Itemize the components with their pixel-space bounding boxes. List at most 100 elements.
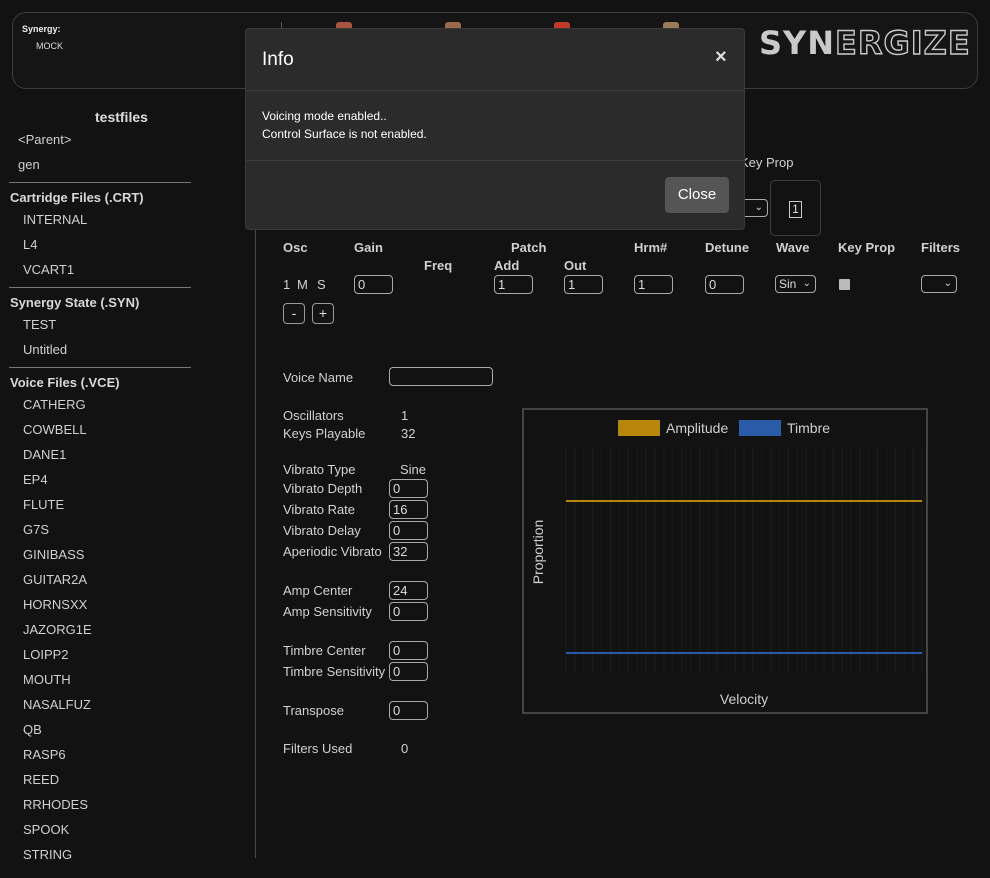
aperiodic-vibrato-label: Aperiodic Vibrato — [283, 544, 382, 559]
legend-label: Timbre — [787, 420, 830, 436]
file-item[interactable]: INTERNAL — [23, 212, 87, 227]
legend-label: Amplitude — [666, 420, 728, 436]
timbre-center-input[interactable]: 0 — [389, 641, 428, 660]
header-hrm: Hrm# — [634, 240, 668, 255]
voice-name-input[interactable] — [389, 367, 493, 386]
file-item[interactable]: SPOOK — [23, 822, 69, 837]
gain-input[interactable]: 0 — [354, 275, 393, 294]
harmonic-input[interactable]: 1 — [634, 275, 673, 294]
file-item[interactable]: EP4 — [23, 472, 48, 487]
transpose-input[interactable]: 0 — [389, 701, 428, 720]
folder-gen[interactable]: gen — [18, 157, 40, 172]
file-item[interactable]: HORNSXX — [23, 597, 87, 612]
wave-value: Sin — [779, 277, 797, 291]
chevron-down-icon: ⌄ — [943, 278, 952, 289]
x-axis-label: Velocity — [720, 691, 768, 707]
aperiodic-vibrato-input[interactable]: 32 — [389, 542, 428, 561]
file-item[interactable]: TEST — [23, 317, 56, 332]
file-item[interactable]: DANE1 — [23, 447, 66, 462]
vibrato-type-value[interactable]: Sine — [400, 462, 426, 477]
y-axis-label: Proportion — [530, 520, 546, 585]
transpose-label: Transpose — [283, 703, 344, 718]
legend-swatch — [618, 420, 660, 436]
file-item[interactable]: LOIPP2 — [23, 647, 69, 662]
file-item[interactable]: L4 — [23, 237, 37, 252]
filters-select[interactable]: ⌄ — [921, 275, 957, 293]
synergize-logo: SYNERGIZE — [759, 23, 971, 62]
timbre-center-label: Timbre Center — [283, 643, 366, 658]
file-item[interactable]: VCART1 — [23, 262, 74, 277]
divider — [9, 367, 191, 368]
amp-sensitivity-label: Amp Sensitivity — [283, 604, 372, 619]
header-patch: Patch — [511, 240, 547, 255]
section-cartridge-files: Cartridge Files (.CRT) — [10, 190, 144, 205]
vibrato-depth-input[interactable]: 0 — [389, 479, 428, 498]
header-add: Add — [494, 258, 520, 273]
voice-name-label: Voice Name — [283, 370, 354, 385]
close-button[interactable]: Close — [665, 177, 729, 213]
section-voice-files: Voice Files (.VCE) — [10, 375, 120, 390]
divider — [9, 287, 191, 288]
section-synergy-state: Synergy State (.SYN) — [10, 295, 140, 310]
vibrato-delay-input[interactable]: 0 — [389, 521, 428, 540]
file-item[interactable]: RRHODES — [23, 797, 88, 812]
vibrato-delay-label: Vibrato Delay — [283, 523, 361, 538]
header-key-prop: Key Prop — [838, 240, 896, 255]
add-osc-button[interactable]: + — [312, 303, 334, 324]
key-prop-value: 1 — [789, 201, 802, 218]
timbre-sensitivity-label: Timbre Sensitivity — [283, 664, 386, 679]
file-item[interactable]: GUITAR2A — [23, 572, 87, 587]
legend-swatch — [739, 420, 781, 436]
file-item[interactable]: MOUTH — [23, 672, 71, 687]
filters-used-label: Filters Used — [283, 741, 353, 756]
chart-canvas: Amplitude Timbre Velocity Proportion — [530, 420, 923, 707]
amp-sensitivity-input[interactable]: 0 — [389, 602, 428, 621]
modal-divider — [246, 160, 744, 161]
header-detune: Detune — [705, 240, 750, 255]
chevron-down-icon: ⌄ — [802, 278, 811, 289]
filters-used-value: 0 — [401, 741, 409, 756]
detune-input[interactable]: 0 — [705, 275, 744, 294]
file-item[interactable]: Untitled — [23, 342, 67, 357]
header-filters: Filters — [921, 240, 961, 255]
key-prop-checkbox[interactable] — [839, 279, 850, 290]
vibrato-rate-input[interactable]: 16 — [389, 500, 428, 519]
file-browser-title: testfiles — [95, 109, 148, 125]
vibrato-type-label: Vibrato Type — [283, 462, 356, 477]
synergy-mode: MOCK — [36, 41, 63, 51]
divider — [9, 182, 191, 183]
patch-add-input[interactable]: 1 — [494, 275, 533, 294]
synergy-label: Synergy: — [22, 24, 61, 34]
parent-link[interactable]: <Parent> — [18, 132, 72, 147]
close-icon[interactable]: × — [715, 46, 727, 69]
info-modal: Info × Voicing mode enabled.. Control Su… — [245, 28, 745, 230]
file-item[interactable]: G7S — [23, 522, 49, 537]
modal-message-line: Voicing mode enabled.. — [262, 109, 387, 123]
file-item[interactable]: NASALFUZ — [23, 697, 91, 712]
key-prop-top-label: Key Prop — [740, 155, 794, 170]
header-freq: Freq — [424, 258, 453, 273]
file-item[interactable]: GINIBASS — [23, 547, 84, 562]
header-gain: Gain — [354, 240, 383, 255]
file-item[interactable]: QB — [23, 722, 42, 737]
header-out: Out — [564, 258, 587, 273]
file-item[interactable]: REED — [23, 772, 59, 787]
keys-playable-label: Keys Playable — [283, 426, 366, 441]
file-item[interactable]: FLUTE — [23, 497, 64, 512]
header-wave: Wave — [776, 240, 810, 255]
key-prop-box[interactable]: 1 — [770, 180, 821, 236]
osc-mute-toggle[interactable]: M — [297, 277, 308, 292]
oscillators-label: Oscillators — [283, 408, 344, 423]
timbre-sensitivity-input[interactable]: 0 — [389, 662, 428, 681]
file-item[interactable]: RASP6 — [23, 747, 66, 762]
file-item[interactable]: COWBELL — [23, 422, 87, 437]
osc-solo-toggle[interactable]: S — [317, 277, 326, 292]
file-item[interactable]: JAZORG1E — [23, 622, 92, 637]
amp-center-input[interactable]: 24 — [389, 581, 428, 600]
file-item[interactable]: STRING — [23, 847, 72, 862]
amp-center-label: Amp Center — [283, 583, 353, 598]
wave-select[interactable]: Sin ⌄ — [775, 275, 816, 293]
file-item[interactable]: CATHERG — [23, 397, 86, 412]
patch-out-input[interactable]: 1 — [564, 275, 603, 294]
remove-osc-button[interactable]: - — [283, 303, 305, 324]
